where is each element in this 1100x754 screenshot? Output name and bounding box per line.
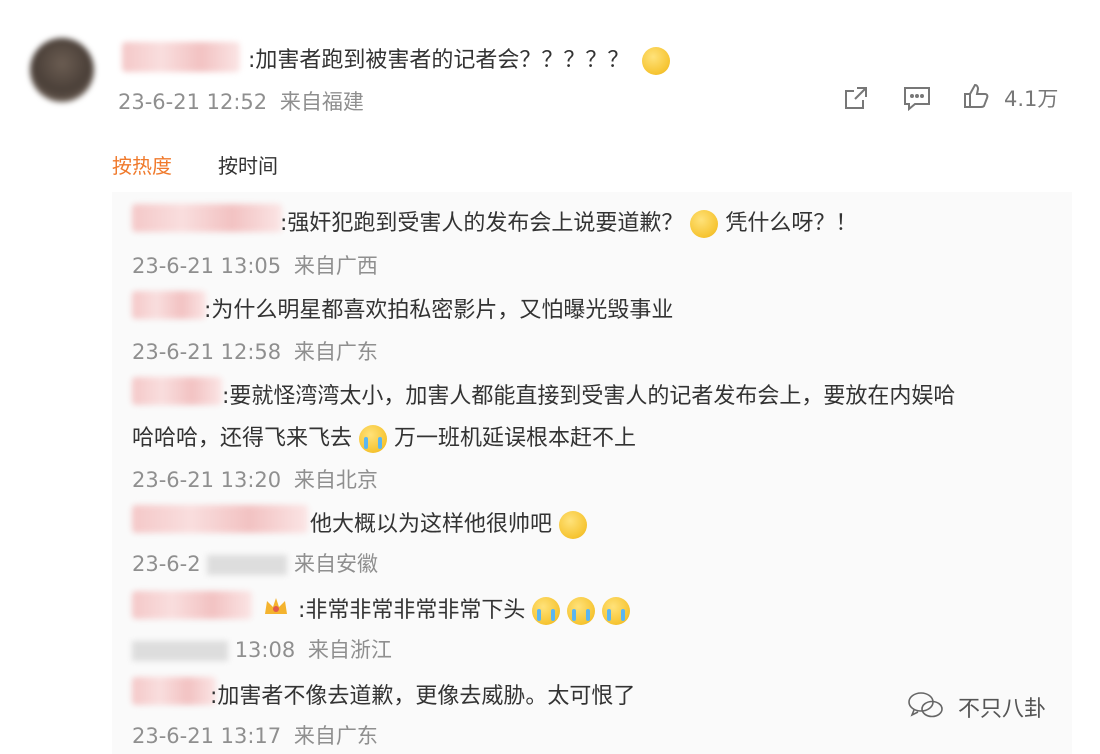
smirk-emoji-icon xyxy=(690,210,719,238)
crying-emoji-icon xyxy=(567,597,596,625)
watermark: 不只八卦 xyxy=(906,690,1046,724)
reply-location: 来自广东 xyxy=(293,724,378,748)
crown-badge-icon xyxy=(262,592,290,620)
reply-text: :为什么明星都喜欢拍私密影片，又怕曝光毁事业 xyxy=(204,292,673,324)
reply-location: 来自北京 xyxy=(293,468,378,492)
reply-text: :强奸犯跑到受害人的发布会上说要道歉？ 凭什么呀？！ xyxy=(280,205,857,238)
reply-text: 哈哈哈，还得飞来飞去 万一班机延误根本赶不上 xyxy=(132,420,636,453)
like-button[interactable]: 4.1万 xyxy=(962,82,1058,114)
reply-text-part: :为什么明星都喜欢拍私密影片，又怕曝光毁事业 xyxy=(204,298,674,323)
reply-text: :加害者不像去道歉，更像去威胁。太可恨了 xyxy=(210,678,635,710)
reply-meta: 23-6-21 12:58 来自广东 xyxy=(132,336,378,366)
reply-meta: 23-6-21 13:05 来自广西 xyxy=(132,250,378,280)
reply-location: 来自广东 xyxy=(293,340,378,364)
reply-date: 23-6-21 12:58 xyxy=(132,340,282,364)
reply-text: :要就怪湾湾太小，加害人都能直接到受害人的记者发布会上，要放在内娱哈 xyxy=(222,378,955,410)
reply-date: 23-6-21 13:05 xyxy=(132,254,282,278)
reply-username-blurred[interactable] xyxy=(132,677,216,705)
reply-date-blurred xyxy=(132,641,228,661)
reply-date: 23-6-2 xyxy=(132,552,201,576)
reply-date: 23-6-21 13:20 xyxy=(132,468,282,492)
smirk-emoji-icon xyxy=(642,47,671,75)
share-icon[interactable] xyxy=(842,84,870,112)
reply-meta: 13:08 来自浙江 xyxy=(132,634,392,664)
reply-text-part: 万一班机延误根本赶不上 xyxy=(394,426,637,451)
reply-username-blurred[interactable] xyxy=(132,204,282,232)
reply-date: 23-6-21 13:17 xyxy=(132,724,282,748)
comment-icon[interactable] xyxy=(902,84,932,112)
reply-text-part: :非常非常非常非常下头 xyxy=(298,598,526,623)
reply-text-part: :要就怪湾湾太小，加害人都能直接到受害人的记者发布会上，要放在内娱哈 xyxy=(222,384,956,409)
reply-text: 他大概以为这样他很帅吧 xyxy=(310,506,588,539)
reply-meta: 23-6-21 13:20 来自北京 xyxy=(132,464,378,494)
reply-location: 来自安徽 xyxy=(293,552,378,576)
tab-sort-hot[interactable]: 按热度 xyxy=(112,150,172,179)
reply-username-blurred[interactable] xyxy=(132,291,206,319)
smile-emoji-icon xyxy=(559,511,588,539)
reply-username-blurred[interactable] xyxy=(132,377,222,405)
reply-text-part: :强奸犯跑到受害人的发布会上说要道歉？ xyxy=(280,211,684,236)
watermark-text: 不只八卦 xyxy=(958,697,1047,722)
reply-username-blurred[interactable] xyxy=(132,591,252,619)
reply-meta: 23-6-21 13:17 来自广东 xyxy=(132,720,378,750)
comment-meta: 23-6-21 12:52 来自福建 xyxy=(118,86,364,116)
crying-emoji-icon xyxy=(359,425,388,453)
reply-location: 来自广西 xyxy=(293,254,378,278)
comment-text: :加害者跑到被害者的记者会？？？？？ xyxy=(248,42,671,75)
reply-text-part: 凭什么呀？！ xyxy=(725,211,858,236)
like-count: 4.1万 xyxy=(1004,87,1059,111)
reply-date-blurred xyxy=(207,555,288,575)
reply-location: 来自浙江 xyxy=(307,638,392,662)
reply-text-part: 哈哈哈，还得飞来飞去 xyxy=(132,426,353,451)
avatar[interactable] xyxy=(30,38,94,102)
tab-sort-time[interactable]: 按时间 xyxy=(218,150,278,179)
reply-username-blurred[interactable] xyxy=(132,505,308,533)
username-blurred[interactable] xyxy=(122,42,240,72)
comment-location: 来自福建 xyxy=(279,90,364,114)
thumbs-up-icon xyxy=(962,82,990,114)
reply-text-part: :加害者不像去道歉，更像去威胁。太可恨了 xyxy=(210,684,636,709)
crying-emoji-icon xyxy=(532,597,561,625)
reply-text: :非常非常非常非常下头 xyxy=(298,592,631,625)
reply-text-part: 他大概以为这样他很帅吧 xyxy=(310,512,553,537)
comment-date: 23-6-21 12:52 xyxy=(118,90,268,114)
comment-text-content: :加害者跑到被害者的记者会？？？？？ xyxy=(248,48,630,73)
wechat-logo-icon xyxy=(906,690,946,724)
crying-emoji-icon xyxy=(602,597,631,625)
reply-meta: 23-6-2 来自安徽 xyxy=(132,548,378,578)
reply-date: 13:08 xyxy=(234,638,296,662)
